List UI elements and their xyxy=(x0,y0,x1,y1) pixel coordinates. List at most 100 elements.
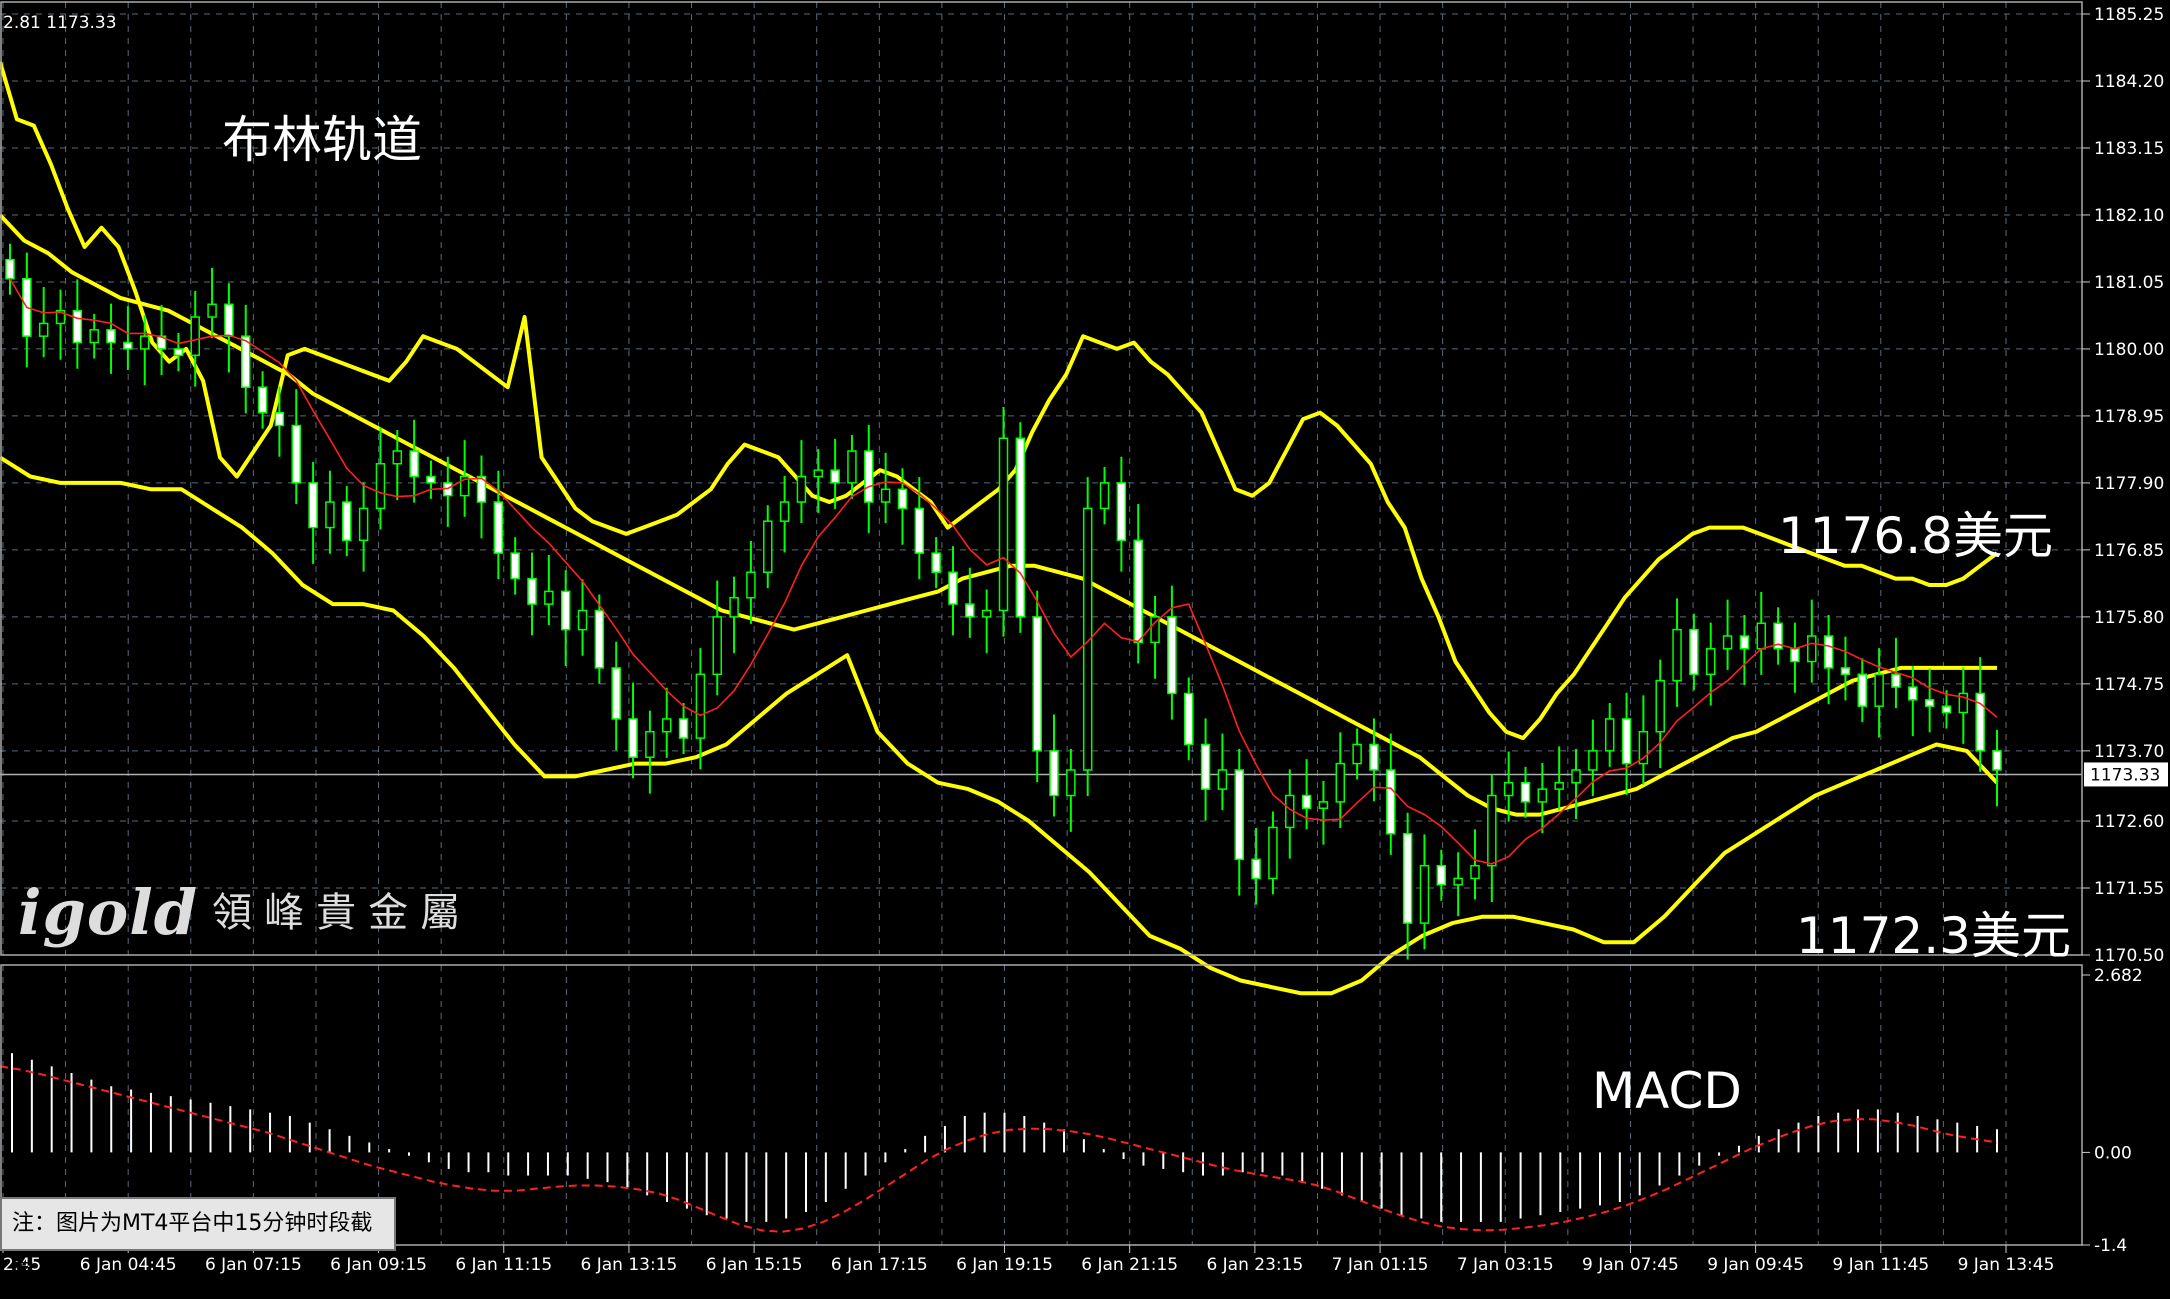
candle-body xyxy=(173,348,184,357)
candle-body xyxy=(796,475,807,503)
macd-y-tick-label: -1.4 xyxy=(2094,1236,2127,1256)
y-tick-label: 1172.60 xyxy=(2094,812,2164,832)
current-price-label: 1173.33 xyxy=(2090,765,2160,785)
candle-body xyxy=(342,501,352,542)
candle-body xyxy=(409,450,419,478)
candle-body xyxy=(1689,628,1699,676)
y-tick-label: 1181.05 xyxy=(2094,273,2164,293)
footnote: 注：图片为MT4平台中15分钟时段截图 xyxy=(0,1197,396,1286)
candle-body xyxy=(712,616,722,676)
x-tick-label: 6 Jan 17:15 xyxy=(831,1255,928,1275)
price-chart[interactable]: 1185.25 1184.20 1183.15 1182.10 1181.05 1180.… xyxy=(0,0,2170,1294)
y-tick-label: 1171.55 xyxy=(2094,879,2164,899)
candle-body xyxy=(257,386,268,414)
candle-body xyxy=(240,335,251,388)
header-readout: 2.81 1173.33 xyxy=(3,13,117,33)
candle-body xyxy=(1807,635,1817,663)
candle-body xyxy=(1402,833,1413,924)
candle-body xyxy=(1520,781,1531,803)
candle-body xyxy=(1049,750,1059,797)
x-tick-label: 7 Jan 03:15 xyxy=(1457,1255,1554,1275)
candle-body xyxy=(190,316,200,357)
candle-body xyxy=(510,552,520,580)
candle-body xyxy=(1823,635,1834,669)
x-tick-label: 6 Jan 23:15 xyxy=(1206,1255,1303,1275)
x-tick-label: 7 Jan 01:15 xyxy=(1332,1255,1429,1275)
candle-body xyxy=(1992,750,2002,771)
candle xyxy=(1015,422,1026,633)
candle-body xyxy=(123,341,133,350)
x-tick-label: 6 Jan 21:15 xyxy=(1081,1255,1178,1275)
candle-body xyxy=(1066,769,1076,797)
y-tick-label: 1183.15 xyxy=(2094,139,2164,159)
candle-body xyxy=(1419,864,1430,924)
candle-body xyxy=(695,673,706,739)
candle xyxy=(1082,477,1093,797)
candle-body xyxy=(1470,864,1480,880)
macd-label: MACD xyxy=(1592,1062,1742,1120)
candle-body xyxy=(426,475,436,484)
candle-body xyxy=(1908,686,1918,701)
candle-body xyxy=(375,463,386,510)
x-tick-label: 6 Jan 15:15 xyxy=(706,1255,803,1275)
candle-body xyxy=(1200,743,1211,790)
y-tick-label: 1185.25 xyxy=(2094,5,2164,25)
candle-body xyxy=(864,450,874,503)
candle-body xyxy=(1874,673,1884,707)
candle-body xyxy=(746,571,756,599)
candle-body xyxy=(1840,667,1851,676)
y-tick-label: 1177.90 xyxy=(2094,474,2164,494)
candle-body xyxy=(139,335,150,350)
candle-body xyxy=(1672,628,1682,682)
x-tick-label: 6 Jan 09:15 xyxy=(330,1255,427,1275)
candle-body xyxy=(224,303,234,337)
candle-body xyxy=(1621,718,1632,765)
x-tick-label: 9 Jan 13:45 xyxy=(1958,1255,2055,1275)
y-tick-label: 1180.00 xyxy=(2094,340,2164,360)
candle-body xyxy=(1369,743,1379,771)
y-tick-label: 1170.50 xyxy=(2094,946,2164,966)
candle-body xyxy=(1436,864,1447,886)
candle-body xyxy=(1756,622,1767,650)
y-tick-label: 1175.80 xyxy=(2094,608,2164,628)
candle-body xyxy=(392,450,403,465)
candle-body xyxy=(1571,769,1581,784)
candle-body xyxy=(1857,673,1868,707)
candle-body xyxy=(1116,482,1127,542)
candle-body xyxy=(1891,673,1901,688)
candle-body xyxy=(1318,801,1329,810)
x-tick-label: 6 Jan 13:15 xyxy=(581,1255,678,1275)
brand-name: 領峰貴金屬 xyxy=(212,890,473,936)
candle-body xyxy=(544,590,554,605)
candle-body xyxy=(931,552,941,573)
candle-body xyxy=(611,667,621,720)
candle-body xyxy=(729,596,739,618)
candle-body xyxy=(560,590,571,631)
candle xyxy=(998,406,1009,637)
candle-body xyxy=(291,424,302,484)
candle-body xyxy=(1537,788,1548,803)
brand-wordmark: igold xyxy=(18,876,199,949)
x-tick-label: 9 Jan 09:45 xyxy=(1707,1255,1804,1275)
lower-band-annotation: 1172.3美元 xyxy=(1796,907,2071,965)
candle-body xyxy=(1503,781,1514,797)
candle-body xyxy=(5,258,15,280)
candle-body xyxy=(1217,769,1228,790)
candle-body xyxy=(813,469,824,478)
candle-body xyxy=(1301,794,1312,810)
candle-body xyxy=(1335,762,1346,803)
candle-body xyxy=(1167,616,1177,695)
y-tick-label: 1174.75 xyxy=(2094,675,2164,695)
candle-body xyxy=(1386,769,1396,835)
candle-body xyxy=(308,482,318,529)
macd-y-tick-label: 2.682 xyxy=(2094,966,2143,986)
candle-body xyxy=(207,303,217,318)
candle-body xyxy=(965,603,975,618)
candle-body xyxy=(763,520,773,573)
candle-body xyxy=(527,577,537,605)
y-tick-label: 1182.10 xyxy=(2094,206,2164,226)
candle-body xyxy=(1941,705,1952,714)
candle-body xyxy=(1099,482,1110,510)
candle-body xyxy=(1739,635,1750,650)
candle-body xyxy=(779,501,790,522)
